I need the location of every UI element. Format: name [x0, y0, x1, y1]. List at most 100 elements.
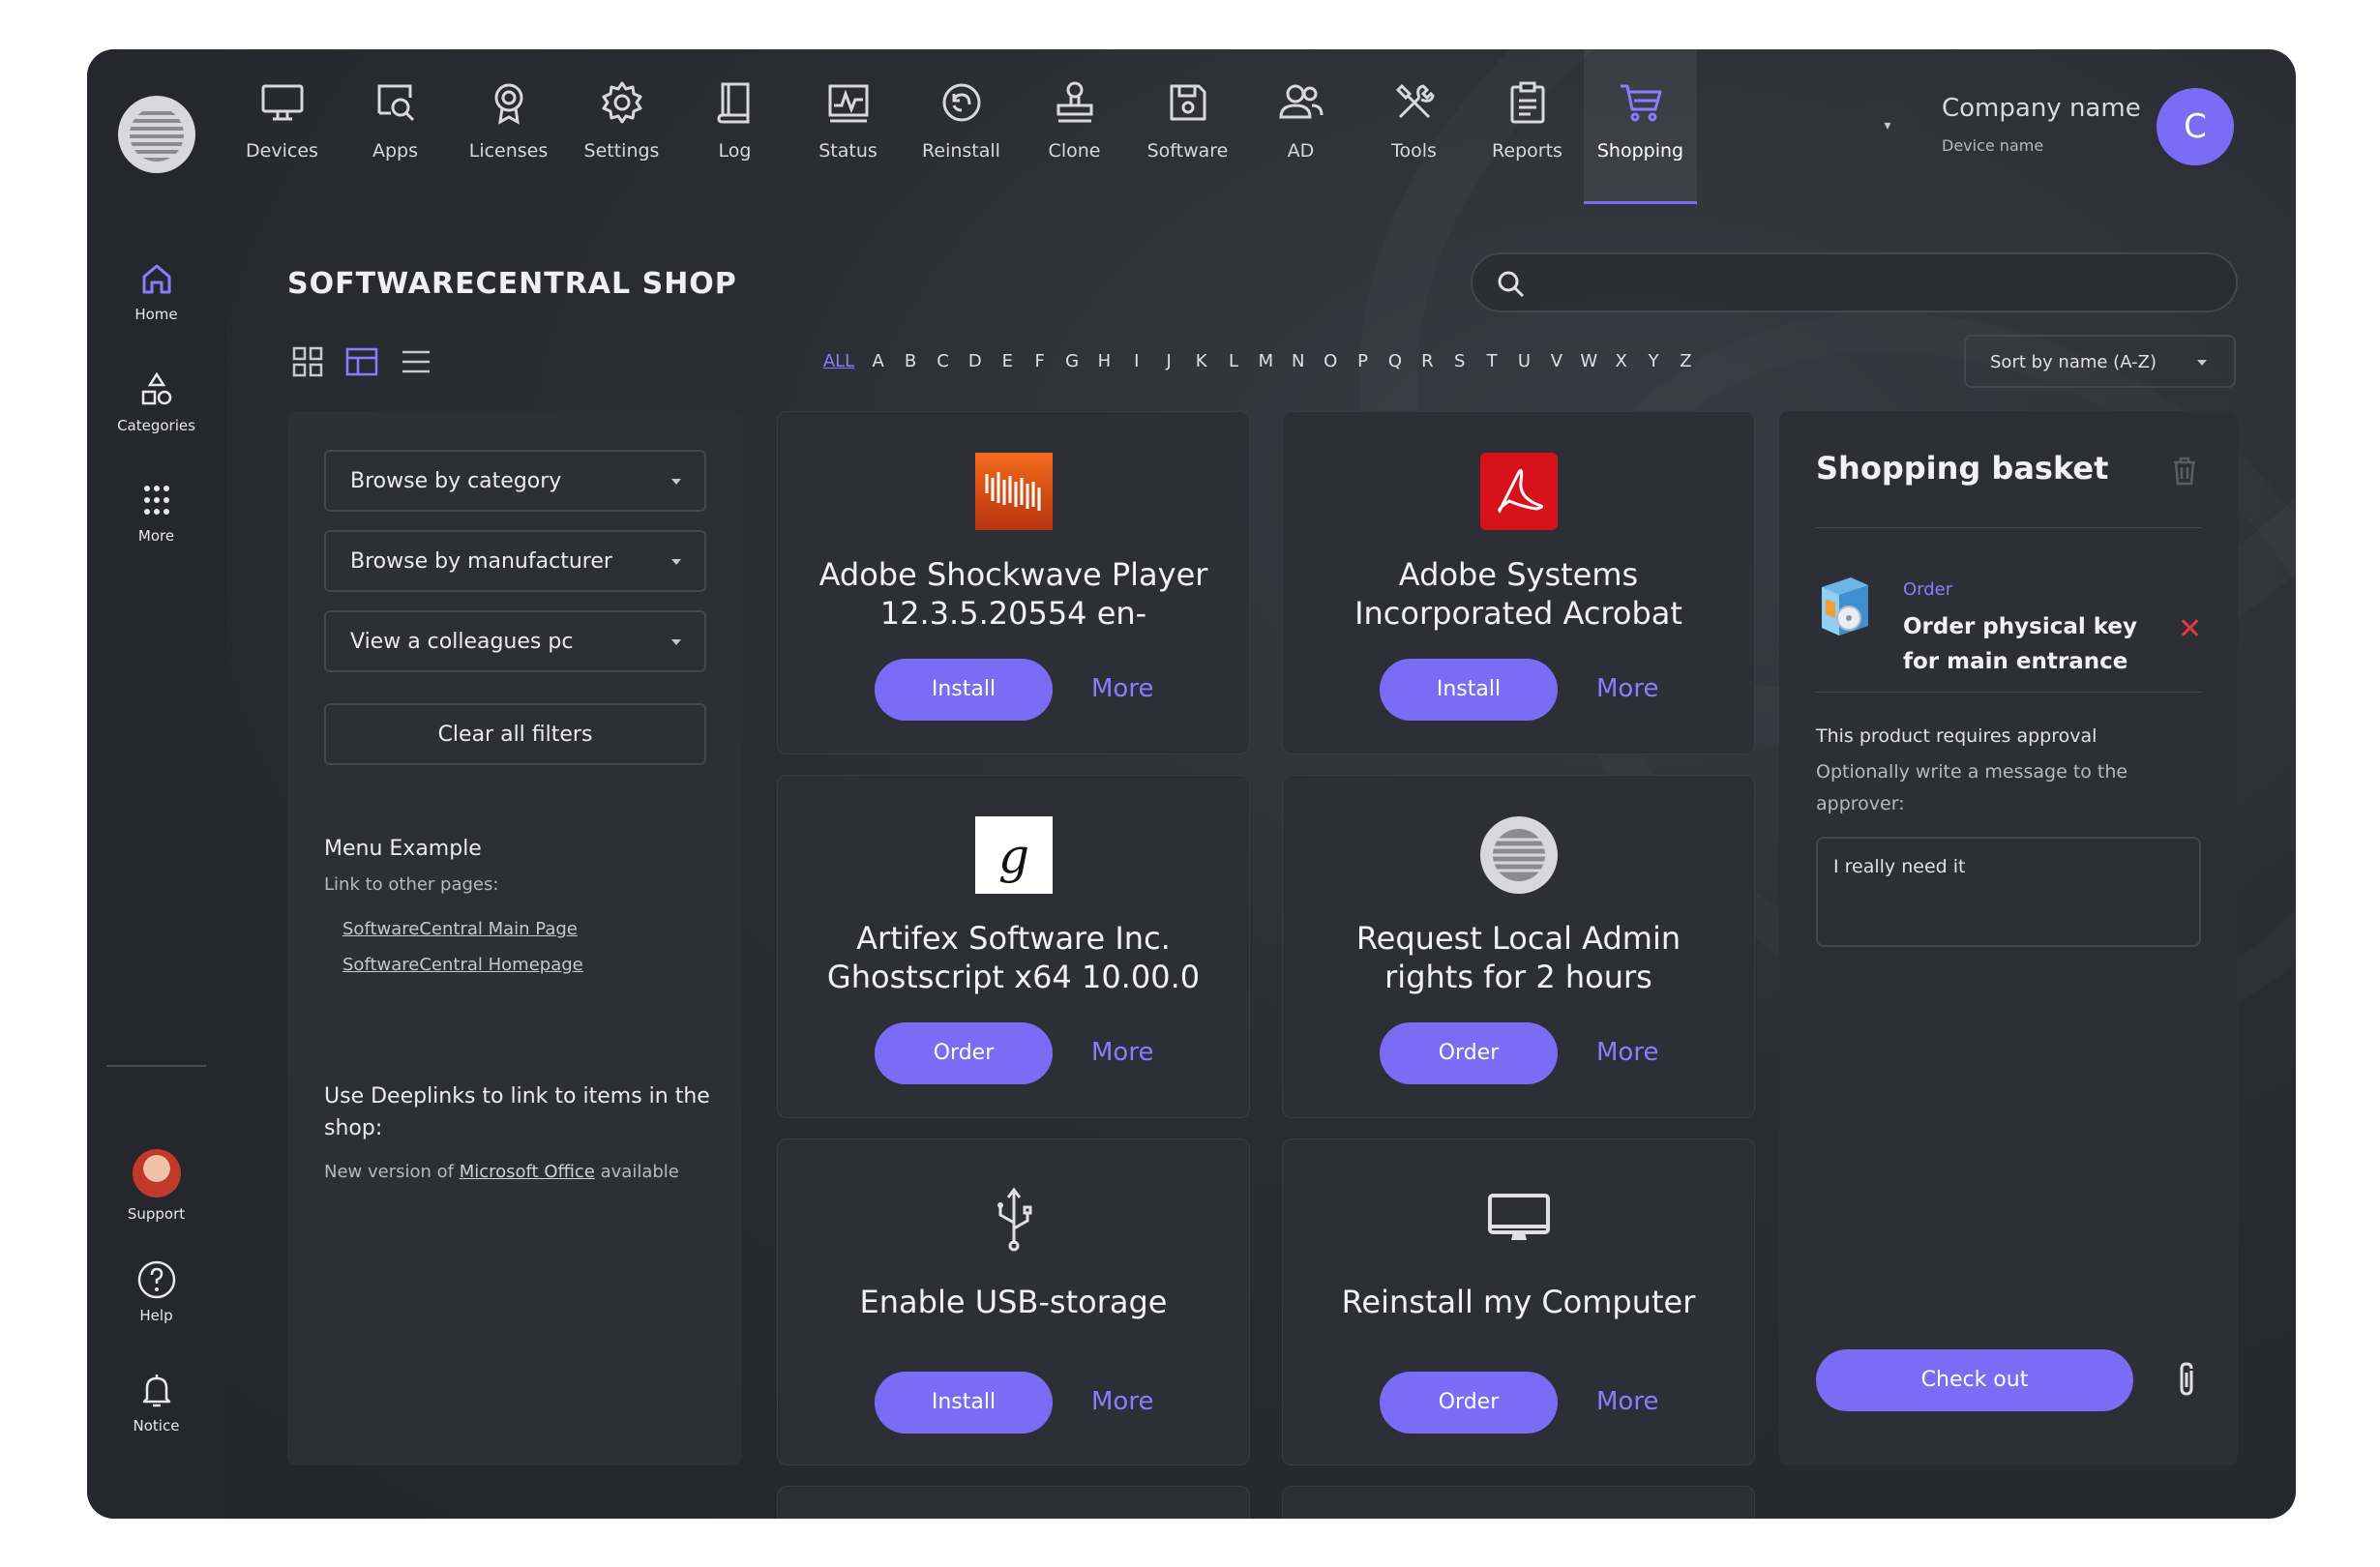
alpha-letter[interactable]: I	[1120, 351, 1152, 371]
alpha-letter[interactable]: E	[992, 351, 1024, 371]
product-card: Adobe Shockwave Player 12.3.5.20554 en- I…	[777, 411, 1250, 754]
alpha-letter[interactable]: H	[1088, 351, 1120, 371]
deeplink-suffix: available	[594, 1162, 679, 1182]
more-link[interactable]: More	[1091, 1038, 1153, 1067]
nav-ad[interactable]: AD	[1244, 49, 1357, 204]
install-button[interactable]: Install	[875, 659, 1053, 721]
nav-apps[interactable]: Apps	[339, 49, 452, 204]
alpha-letter[interactable]: X	[1605, 351, 1637, 371]
alpha-letter[interactable]: U	[1508, 351, 1540, 371]
search-input[interactable]	[1471, 252, 2238, 312]
approver-message-field[interactable]: I really need it	[1816, 837, 2201, 947]
alpha-letter[interactable]: B	[894, 351, 926, 371]
paperclip-icon[interactable]	[2176, 1361, 2199, 1400]
alpha-letter[interactable]: D	[959, 351, 991, 371]
alpha-letter[interactable]: G	[1056, 351, 1087, 371]
nav-settings[interactable]: Settings	[565, 49, 678, 204]
nav-status[interactable]: Status	[791, 49, 905, 204]
nav-label: Log	[718, 140, 752, 162]
badge-icon	[494, 83, 522, 125]
rail-notice-label: Notice	[133, 1417, 180, 1434]
nav-reports[interactable]: Reports	[1471, 49, 1584, 204]
alpha-letter[interactable]: O	[1314, 351, 1346, 371]
more-link[interactable]: More	[1091, 674, 1153, 703]
clear-filters-button[interactable]: Clear all filters	[324, 703, 706, 765]
account-dropdown[interactable]: ▾	[1857, 95, 1919, 157]
divider	[1816, 527, 2201, 528]
order-button[interactable]: Order	[875, 1022, 1053, 1084]
nav-shopping[interactable]: Shopping	[1584, 49, 1697, 204]
alpha-letter[interactable]: J	[1153, 351, 1185, 371]
page-title: SOFTWARECENTRAL SHOP	[287, 267, 737, 301]
alpha-letter[interactable]: P	[1347, 351, 1379, 371]
nav-label: Status	[818, 140, 878, 162]
alpha-letter[interactable]: L	[1217, 351, 1249, 371]
more-link[interactable]: More	[1091, 1387, 1153, 1416]
reinstall-icon	[942, 83, 980, 122]
nav-label: Clone	[1048, 140, 1101, 162]
link-main-page[interactable]: SoftwareCentral Main Page	[342, 919, 578, 939]
colleague-pc-dropdown[interactable]: View a colleagues pc	[324, 610, 706, 672]
nav-label: Licenses	[468, 140, 549, 162]
nav-software[interactable]: Software	[1131, 49, 1244, 204]
nav-reinstall[interactable]: Reinstall	[905, 49, 1018, 204]
alpha-letter[interactable]: C	[927, 351, 959, 371]
nav-log[interactable]: Log	[678, 49, 791, 204]
product-card-partial	[777, 1486, 1250, 1519]
alpha-letter[interactable]: K	[1185, 351, 1217, 371]
alpha-letter[interactable]: R	[1412, 351, 1443, 371]
nav-clone[interactable]: Clone	[1018, 49, 1131, 204]
rail-help[interactable]: Help	[87, 1258, 225, 1324]
nav-licenses[interactable]: Licenses	[452, 49, 565, 204]
checkout-button[interactable]: Check out	[1816, 1349, 2133, 1411]
list-view-icon[interactable]	[397, 342, 435, 381]
alpha-letter[interactable]: Y	[1637, 351, 1669, 371]
product-box-icon	[1822, 577, 1868, 636]
alpha-letter[interactable]: Q	[1379, 351, 1411, 371]
alpha-letter[interactable]: Z	[1670, 351, 1702, 371]
order-button[interactable]: Order	[1380, 1022, 1558, 1084]
deeplink-office[interactable]: Microsoft Office	[460, 1162, 595, 1182]
rail-more[interactable]: More	[87, 479, 225, 545]
alpha-letter[interactable]: N	[1282, 351, 1314, 371]
alpha-letter[interactable]: F	[1024, 351, 1056, 371]
order-button[interactable]: Order	[1380, 1372, 1558, 1434]
browse-category-dropdown[interactable]: Browse by category	[324, 450, 706, 512]
remove-item-icon[interactable]: ✕	[2178, 612, 2202, 646]
left-rail: Home Categories More Support Help Notice	[87, 49, 225, 1519]
card-view-icon[interactable]	[342, 342, 381, 381]
trash-icon[interactable]	[2171, 456, 2198, 487]
rail-home[interactable]: Home	[87, 257, 225, 323]
apps-search-icon	[377, 84, 414, 122]
stamp-icon	[1056, 81, 1092, 123]
product-title: Artifex Software Inc. Ghostscript x64 10.…	[826, 920, 1201, 995]
alpha-letter[interactable]: M	[1250, 351, 1282, 371]
alpha-all[interactable]: ALL	[816, 351, 862, 371]
browse-manufacturer-dropdown[interactable]: Browse by manufacturer	[324, 530, 706, 592]
alpha-letter[interactable]: V	[1540, 351, 1572, 371]
install-button[interactable]: Install	[875, 1372, 1053, 1434]
rail-notice[interactable]: Notice	[87, 1369, 225, 1434]
more-link[interactable]: More	[1596, 674, 1658, 703]
alpha-letter[interactable]: S	[1443, 351, 1475, 371]
alpha-letter[interactable]: A	[862, 351, 894, 371]
rail-support[interactable]: Support	[87, 1149, 225, 1223]
nav-devices[interactable]: Devices	[225, 49, 339, 204]
alpha-letter[interactable]: T	[1475, 351, 1507, 371]
book-icon	[716, 82, 749, 124]
monitor-icon	[261, 84, 303, 121]
sort-select[interactable]: Sort by name (A-Z)	[1964, 335, 2236, 388]
nav-tools[interactable]: Tools	[1357, 49, 1471, 204]
user-avatar[interactable]: C	[2157, 88, 2234, 165]
more-link[interactable]: More	[1596, 1038, 1658, 1067]
softwarecentral-logo[interactable]	[118, 96, 195, 173]
more-link[interactable]: More	[1596, 1387, 1658, 1416]
rail-categories[interactable]: Categories	[87, 369, 225, 434]
product-title: Reinstall my Computer	[1341, 1284, 1696, 1320]
product-title: Request Local Admin rights for 2 hours	[1355, 920, 1681, 995]
nav-label: Software	[1146, 140, 1229, 162]
link-homepage[interactable]: SoftwareCentral Homepage	[342, 955, 583, 975]
grid-view-icon[interactable]	[288, 342, 327, 381]
install-button[interactable]: Install	[1380, 659, 1558, 721]
alpha-letter[interactable]: W	[1573, 351, 1605, 371]
